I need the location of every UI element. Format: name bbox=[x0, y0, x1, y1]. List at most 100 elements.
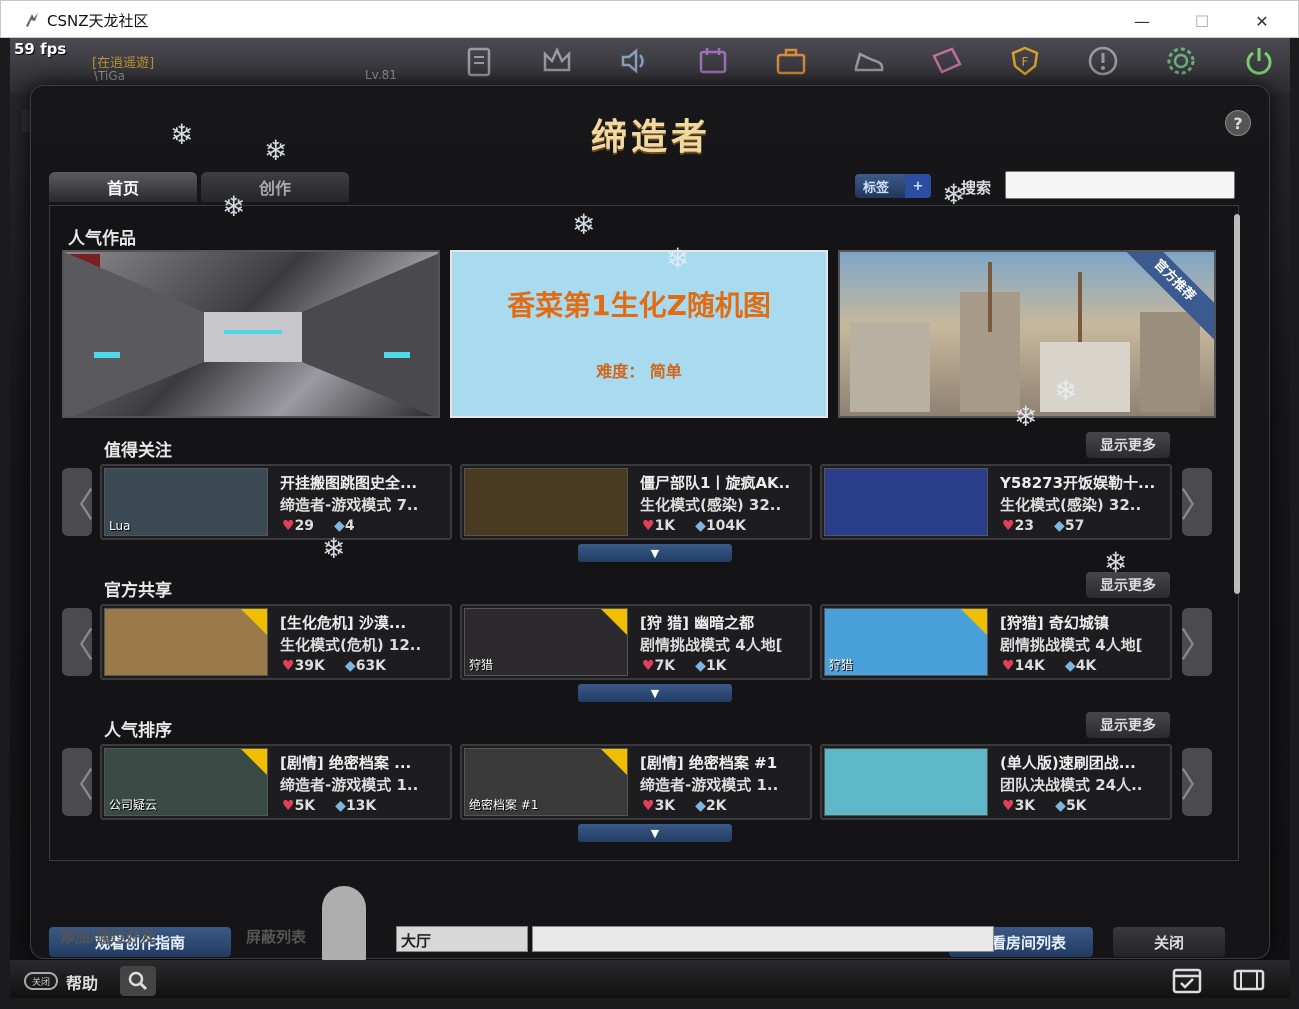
map-card[interactable]: 僵尸部队1丨旋疯AK.. 生化模式(感染) 32.. ♥1K ◆104K bbox=[460, 464, 812, 540]
tag-button[interactable]: 标签 + bbox=[855, 174, 931, 198]
map-title: Y58273开饭娱勒十... bbox=[1000, 474, 1156, 492]
map-card[interactable]: 狩猎 [狩猎] 奇幻城镇 剧情挑战模式 4人地[ ♥14K ◆4K bbox=[820, 604, 1172, 680]
forks-count: ◆4 bbox=[334, 518, 355, 534]
maximize-button[interactable]: ☐ bbox=[1179, 7, 1225, 35]
app-icon bbox=[26, 13, 38, 27]
map-title: [狩 猎] 幽暗之都 bbox=[640, 614, 755, 632]
tab-create[interactable]: 创作 bbox=[201, 172, 349, 202]
corridor-image bbox=[64, 252, 438, 416]
briefcase-icon[interactable] bbox=[752, 44, 830, 88]
map-card[interactable]: 狩猎 [狩 猎] 幽暗之都 剧情挑战模式 4人地[ ♥7K ◆1K bbox=[460, 604, 812, 680]
map-stats: ♥1K ◆104K bbox=[642, 518, 746, 534]
map-title: 开挂搬图跳图史全... bbox=[280, 474, 418, 492]
map-thumbnail: 公司疑云 bbox=[104, 748, 268, 816]
search-icon[interactable] bbox=[120, 966, 156, 996]
likes-count: ♥7K bbox=[642, 658, 676, 674]
help-button[interactable]: ? bbox=[1225, 110, 1251, 136]
power-icon[interactable] bbox=[1220, 44, 1290, 88]
map-mode: 缔造者-游戏模式 7.. bbox=[280, 496, 419, 514]
chevron-down-icon: ▼ bbox=[650, 546, 660, 560]
featured-map-1[interactable] bbox=[62, 250, 440, 418]
heart-icon: ♥ bbox=[282, 798, 295, 814]
forks-count: ◆63K bbox=[344, 658, 387, 674]
expand-button[interactable]: ▼ bbox=[578, 684, 732, 702]
show-more-button[interactable]: 显示更多 bbox=[1086, 712, 1170, 738]
map-title: [生化危机] 沙漠... bbox=[280, 614, 407, 632]
gem-icon: ◆ bbox=[1055, 798, 1066, 814]
map-card[interactable]: Y58273开饭娱勒十... 生化模式(感染) 32.. ♥23 ◆57 bbox=[820, 464, 1172, 540]
map-card[interactable]: 公司疑云 [剧情] 绝密档案 ... 缔造者-游戏模式 1.. ♥5K ◆13K bbox=[100, 744, 452, 820]
prev-arrow-icon[interactable]: 〈 bbox=[60, 468, 94, 536]
player-level: Lv.81 bbox=[365, 68, 397, 82]
likes-count: ♥23 bbox=[1002, 518, 1035, 534]
help-toggle[interactable]: 关闭 bbox=[24, 972, 58, 990]
window-title: CSNZ天龙社区 bbox=[47, 12, 149, 30]
prev-arrow-icon[interactable]: 〈 bbox=[60, 748, 94, 816]
map-mode: 剧情挑战模式 4人地[ bbox=[640, 636, 783, 654]
map-title: 僵尸部队1丨旋疯AK.. bbox=[640, 474, 791, 492]
next-arrow-icon[interactable]: 〉 bbox=[1180, 748, 1214, 816]
calendar-check-icon[interactable] bbox=[1170, 964, 1204, 996]
svg-text:F: F bbox=[1022, 55, 1029, 69]
film-icon[interactable] bbox=[1232, 964, 1266, 996]
plus-icon[interactable]: + bbox=[905, 174, 931, 198]
map-mode: 缔造者-游戏模式 1.. bbox=[640, 776, 779, 794]
featured-map-3[interactable]: 官方推荐 bbox=[838, 250, 1216, 418]
official-badge-icon bbox=[601, 609, 627, 635]
content-panel: 人气作品 香菜第1生化Z随机图 难度： 简单 官方推荐 值得关注 显示更多 〈 … bbox=[49, 205, 1240, 861]
channel-select[interactable]: 大厅 bbox=[396, 926, 528, 952]
official-badge-icon bbox=[241, 609, 267, 635]
scrollbar[interactable] bbox=[1234, 214, 1240, 594]
map-card[interactable]: 绝密档案 #1 [剧情] 绝密档案 #1 缔造者-游戏模式 1.. ♥3K ◆2… bbox=[460, 744, 812, 820]
gem-icon: ◆ bbox=[695, 798, 706, 814]
likes-count: ♥1K bbox=[642, 518, 676, 534]
next-arrow-icon[interactable]: 〉 bbox=[1180, 608, 1214, 676]
chevron-down-icon: ▼ bbox=[650, 826, 660, 840]
next-arrow-icon[interactable]: 〉 bbox=[1180, 468, 1214, 536]
chat-input[interactable] bbox=[532, 926, 994, 952]
show-more-button[interactable]: 显示更多 bbox=[1086, 572, 1170, 598]
shoe-icon[interactable] bbox=[830, 44, 908, 88]
calendar-icon[interactable] bbox=[674, 44, 752, 88]
heart-icon: ♥ bbox=[642, 798, 655, 814]
map-title: [剧情] 绝密档案 #1 bbox=[640, 754, 778, 772]
gem-icon: ◆ bbox=[344, 658, 356, 674]
featured-map-2[interactable]: 香菜第1生化Z随机图 难度： 简单 bbox=[450, 250, 828, 418]
heart-icon: ♥ bbox=[282, 518, 295, 534]
help-label[interactable]: 帮助 bbox=[66, 970, 98, 994]
player-nickname: \TiGa bbox=[94, 69, 125, 83]
map-card[interactable]: (单人版)速刷团战... 团队决战模式 24人.. ♥3K ◆5K bbox=[820, 744, 1172, 820]
prev-arrow-icon[interactable]: 〈 bbox=[60, 608, 94, 676]
add-friend-button[interactable]: 添加/通过好友 bbox=[60, 926, 155, 947]
tab-home[interactable]: 首页 bbox=[49, 172, 197, 202]
alert-icon[interactable] bbox=[1064, 44, 1142, 88]
gear-icon[interactable] bbox=[1142, 44, 1220, 88]
map-title: (单人版)速刷团战... bbox=[1000, 754, 1136, 772]
block-list-button[interactable]: 屏蔽列表 bbox=[246, 926, 306, 947]
ticket-icon[interactable] bbox=[908, 44, 986, 88]
top-menu: F bbox=[440, 44, 1290, 88]
likes-count: ♥3K bbox=[642, 798, 676, 814]
map-stats: ♥5K ◆13K bbox=[282, 798, 376, 814]
map-thumbnail: 绝密档案 #1 bbox=[464, 748, 628, 816]
map-card[interactable]: Lua 开挂搬图跳图史全... 缔造者-游戏模式 7.. ♥29 ◆4 bbox=[100, 464, 452, 540]
close-button[interactable]: 关闭 bbox=[1113, 927, 1225, 957]
map-thumbnail: 狩猎 bbox=[464, 608, 628, 676]
map-card[interactable]: [生化危机] 沙漠... 生化模式(危机) 12.. ♥39K ◆63K bbox=[100, 604, 452, 680]
search-input[interactable] bbox=[1005, 171, 1235, 199]
map-thumbnail: 狩猎 bbox=[824, 608, 988, 676]
map-stats: ♥3K ◆2K bbox=[642, 798, 727, 814]
expand-button[interactable]: ▼ bbox=[578, 544, 732, 562]
creator-modal: 缔造者 ? 首页 创作 标签 + 搜索 人气作品 香菜第1生化Z随机图 难度： … bbox=[30, 85, 1270, 959]
speaker-icon[interactable] bbox=[596, 44, 674, 88]
shield-icon[interactable]: F bbox=[986, 44, 1064, 88]
map-stats: ♥23 ◆57 bbox=[1002, 518, 1084, 534]
bottom-bar bbox=[10, 960, 1290, 998]
crown-icon[interactable] bbox=[518, 44, 596, 88]
close-window-button[interactable]: ✕ bbox=[1239, 7, 1285, 35]
expand-button[interactable]: ▼ bbox=[578, 824, 732, 842]
heart-icon: ♥ bbox=[1002, 658, 1015, 674]
show-more-button[interactable]: 显示更多 bbox=[1086, 432, 1170, 458]
clipboard-icon[interactable] bbox=[440, 44, 518, 88]
minimize-button[interactable]: — bbox=[1119, 7, 1165, 35]
